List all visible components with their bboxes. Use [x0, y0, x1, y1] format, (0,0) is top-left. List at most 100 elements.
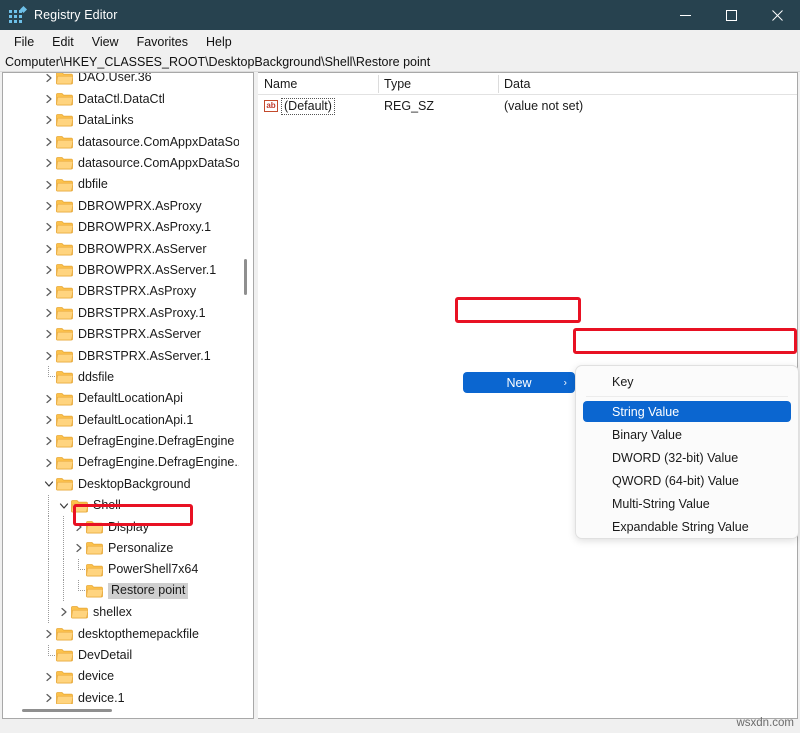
tree-item-devdetail[interactable]: DevDetail — [3, 645, 241, 666]
chevron-right-icon[interactable] — [41, 217, 56, 238]
tree-vertical-scrollbar[interactable] — [239, 74, 252, 704]
tree-item-desktopthemepackfile[interactable]: desktopthemepackfile — [3, 623, 241, 644]
folder-icon — [56, 627, 73, 641]
column-header-data[interactable]: Data — [498, 73, 797, 95]
tree-item-label: DefragEngine.DefragEngine.1 — [78, 456, 241, 469]
menu-edit[interactable]: Edit — [43, 33, 83, 51]
tree-item-dbrstprx-asserver-1[interactable]: DBRSTPRX.AsServer.1 — [3, 345, 241, 366]
chevron-right-icon[interactable] — [41, 388, 56, 409]
tree-guide-elbow — [71, 559, 86, 580]
submenu-item-key[interactable]: Key — [576, 370, 798, 393]
tree-item-label: device.1 — [78, 692, 125, 705]
chevron-right-icon[interactable] — [41, 131, 56, 152]
tree-item-personalize[interactable]: Personalize — [3, 538, 241, 559]
chevron-right-icon[interactable] — [41, 238, 56, 259]
chevron-right-icon[interactable] — [41, 110, 56, 131]
tree-horizontal-scrollbar[interactable] — [4, 704, 240, 717]
tree-item-restore-point[interactable]: Restore point — [3, 580, 241, 601]
tree-item-defragengine-defragengine[interactable]: DefragEngine.DefragEngine — [3, 431, 241, 452]
chevron-right-icon[interactable] — [41, 623, 56, 644]
folder-icon — [86, 584, 103, 598]
chevron-right-icon[interactable] — [41, 666, 56, 687]
registry-tree-pane[interactable]: DAO.User.36DataCtl.DataCtl DataLinks datas… — [2, 72, 254, 719]
tree-item-shell[interactable]: Shell — [3, 495, 241, 516]
chevron-right-icon[interactable] — [41, 345, 56, 366]
chevron-right-icon[interactable] — [41, 452, 56, 473]
chevron-right-icon[interactable] — [41, 195, 56, 216]
tree-item-label: DevDetail — [78, 649, 132, 662]
tree-item-dbrowprx-asproxy[interactable]: DBROWPRX.AsProxy — [3, 195, 241, 216]
submenu-item-multi-string-value[interactable]: Multi-String Value — [576, 492, 798, 515]
chevron-right-icon[interactable] — [71, 516, 86, 537]
tree-guide-elbow — [41, 366, 56, 387]
chevron-right-icon[interactable] — [41, 431, 56, 452]
tree-vertical-scroll-thumb[interactable] — [244, 259, 247, 295]
tree-item-label: DataLinks — [78, 114, 134, 127]
chevron-down-icon[interactable] — [41, 473, 56, 494]
new-submenu[interactable]: Key String ValueBinary ValueDWORD (32-bit… — [575, 365, 799, 539]
submenu-item-binary-value[interactable]: Binary Value — [576, 423, 798, 446]
tree-item-datactl-datactl[interactable]: DataCtl.DataCtl — [3, 88, 241, 109]
chevron-right-icon[interactable] — [41, 88, 56, 109]
chevron-right-icon[interactable] — [41, 73, 56, 88]
menu-view[interactable]: View — [83, 33, 128, 51]
chevron-right-icon[interactable] — [41, 174, 56, 195]
tree-item-display[interactable]: Display — [3, 516, 241, 537]
tree-item-dbrstprx-asserver[interactable]: DBRSTPRX.AsServer — [3, 324, 241, 345]
tree-item-datasource-comappxdatasou[interactable]: datasource.ComAppxDataSou — [3, 153, 241, 174]
tree-item-defaultlocationapi-1[interactable]: DefaultLocationApi.1 — [3, 409, 241, 430]
address-bar[interactable]: Computer\HKEY_CLASSES_ROOT\DesktopBackgr… — [0, 53, 800, 72]
values-column-header: Name Type Data — [258, 73, 797, 95]
chevron-right-icon[interactable] — [41, 687, 56, 705]
tree-item-label: DBRSTPRX.AsProxy — [78, 285, 196, 298]
tree-item-datasource-comappxdatasou[interactable]: datasource.ComAppxDataSou — [3, 131, 241, 152]
chevron-right-icon[interactable] — [41, 324, 56, 345]
tree-item-defaultlocationapi[interactable]: DefaultLocationApi — [3, 388, 241, 409]
chevron-down-icon[interactable] — [56, 495, 71, 516]
value-name-cell[interactable]: ab (Default) — [258, 95, 378, 117]
tree-item-dbrstprx-asproxy[interactable]: DBRSTPRX.AsProxy — [3, 281, 241, 302]
context-menu-item-new[interactable]: New › — [463, 372, 575, 393]
chevron-right-icon[interactable] — [41, 281, 56, 302]
tree-item-desktopbackground[interactable]: DesktopBackground — [3, 473, 241, 494]
tree-item-ddsfile[interactable]: ddsfile — [3, 366, 241, 387]
tree-item-dao-user-36[interactable]: DAO.User.36 — [3, 73, 241, 88]
menu-help[interactable]: Help — [197, 33, 241, 51]
tree-item-powershell7x64[interactable]: PowerShell7x64 — [3, 559, 241, 580]
chevron-right-icon[interactable] — [41, 153, 56, 174]
tree-item-dbrowprx-asserver[interactable]: DBROWPRX.AsServer — [3, 238, 241, 259]
tree-item-label: DBRSTPRX.AsServer.1 — [78, 350, 211, 363]
tree-item-dbrowprx-asproxy-1[interactable]: DBROWPRX.AsProxy.1 — [3, 217, 241, 238]
chevron-right-icon[interactable] — [41, 409, 56, 430]
main-panes: DAO.User.36DataCtl.DataCtl DataLinks datas… — [0, 72, 800, 733]
tree-horizontal-scroll-thumb[interactable] — [22, 709, 112, 712]
tree-item-datalinks[interactable]: DataLinks — [3, 110, 241, 131]
tree-item-shellex[interactable]: shellex — [3, 602, 241, 623]
folder-icon — [56, 156, 73, 170]
registry-path: Computer\HKEY_CLASSES_ROOT\DesktopBackgr… — [5, 55, 430, 69]
registry-editor-icon — [9, 7, 25, 23]
tree-item-dbfile[interactable]: dbfile — [3, 174, 241, 195]
tree-item-dbrowprx-asserver-1[interactable]: DBROWPRX.AsServer.1 — [3, 260, 241, 281]
menu-favorites[interactable]: Favorites — [128, 33, 197, 51]
submenu-item-string-value[interactable]: String Value — [576, 400, 798, 423]
tree-item-device-1[interactable]: device.1 — [3, 687, 241, 705]
tree-guide-line — [41, 538, 56, 559]
tree-item-dbrstprx-asproxy-1[interactable]: DBRSTPRX.AsProxy.1 — [3, 302, 241, 323]
chevron-right-icon[interactable] — [41, 260, 56, 281]
submenu-item-dword-32-bit-value[interactable]: DWORD (32-bit) Value — [576, 446, 798, 469]
column-header-type[interactable]: Type — [378, 73, 498, 95]
value-row-default[interactable]: ab (Default) REG_SZ (value not set) — [258, 95, 797, 117]
chevron-right-icon[interactable] — [41, 302, 56, 323]
minimize-icon[interactable] — [662, 0, 708, 30]
maximize-icon[interactable] — [708, 0, 754, 30]
submenu-item-expandable-string-value[interactable]: Expandable String Value — [576, 515, 798, 538]
menu-file[interactable]: File — [5, 33, 43, 51]
submenu-item-qword-64-bit-value[interactable]: QWORD (64-bit) Value — [576, 469, 798, 492]
tree-item-device[interactable]: device — [3, 666, 241, 687]
tree-item-defragengine-defragengine-1[interactable]: DefragEngine.DefragEngine.1 — [3, 452, 241, 473]
column-header-name[interactable]: Name — [258, 73, 378, 95]
chevron-right-icon[interactable] — [71, 538, 86, 559]
close-icon[interactable] — [754, 0, 800, 30]
chevron-right-icon[interactable] — [56, 602, 71, 623]
